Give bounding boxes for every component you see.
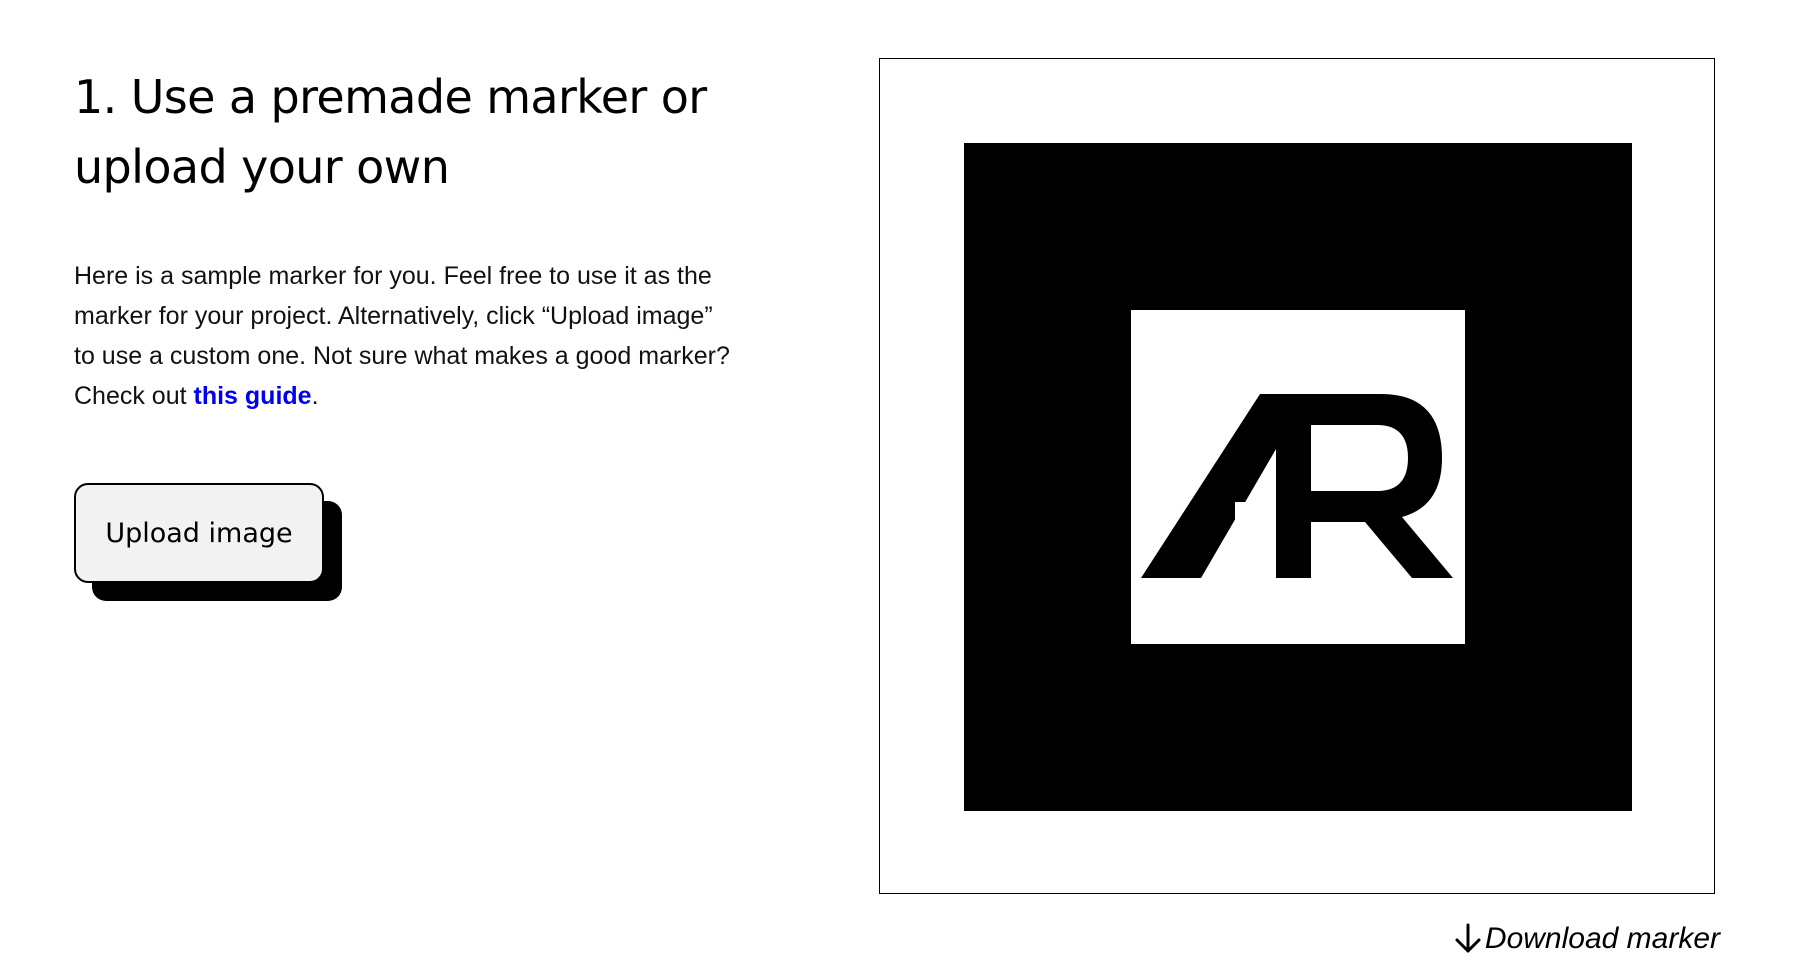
description-line: Here is a sample marker for you. Feel fr… (74, 262, 712, 290)
ar-logo-letter-r (1276, 394, 1453, 578)
download-marker-label: Download marker (1484, 922, 1720, 955)
upload-image-button[interactable]: Upload image (74, 483, 324, 583)
page-title: 1. Use a premade marker or upload your o… (74, 70, 707, 194)
ar-logo-a-crossbar (1235, 502, 1281, 523)
description-line: to use a custom one. Not sure what makes… (74, 342, 730, 370)
arrow-down-icon (1455, 923, 1481, 953)
description-line-last: Check out this guide. (74, 376, 794, 416)
download-marker-link[interactable]: Download marker (1453, 922, 1720, 956)
upload-button-wrapper: Upload image (74, 483, 344, 601)
guide-link[interactable]: this guide (194, 382, 312, 410)
step-description: Here is a sample marker for you. Feel fr… (74, 256, 794, 416)
description-prefix: Check out (74, 382, 194, 410)
description-line: marker for your project. Alternatively, … (74, 302, 713, 330)
description-suffix: . (311, 382, 319, 410)
marker-border (964, 143, 1632, 811)
step-section: 1. Use a premade marker or upload your o… (74, 62, 794, 416)
marker-preview (879, 58, 1715, 894)
ar-logo (1141, 394, 1453, 578)
marker-image (1131, 310, 1465, 644)
